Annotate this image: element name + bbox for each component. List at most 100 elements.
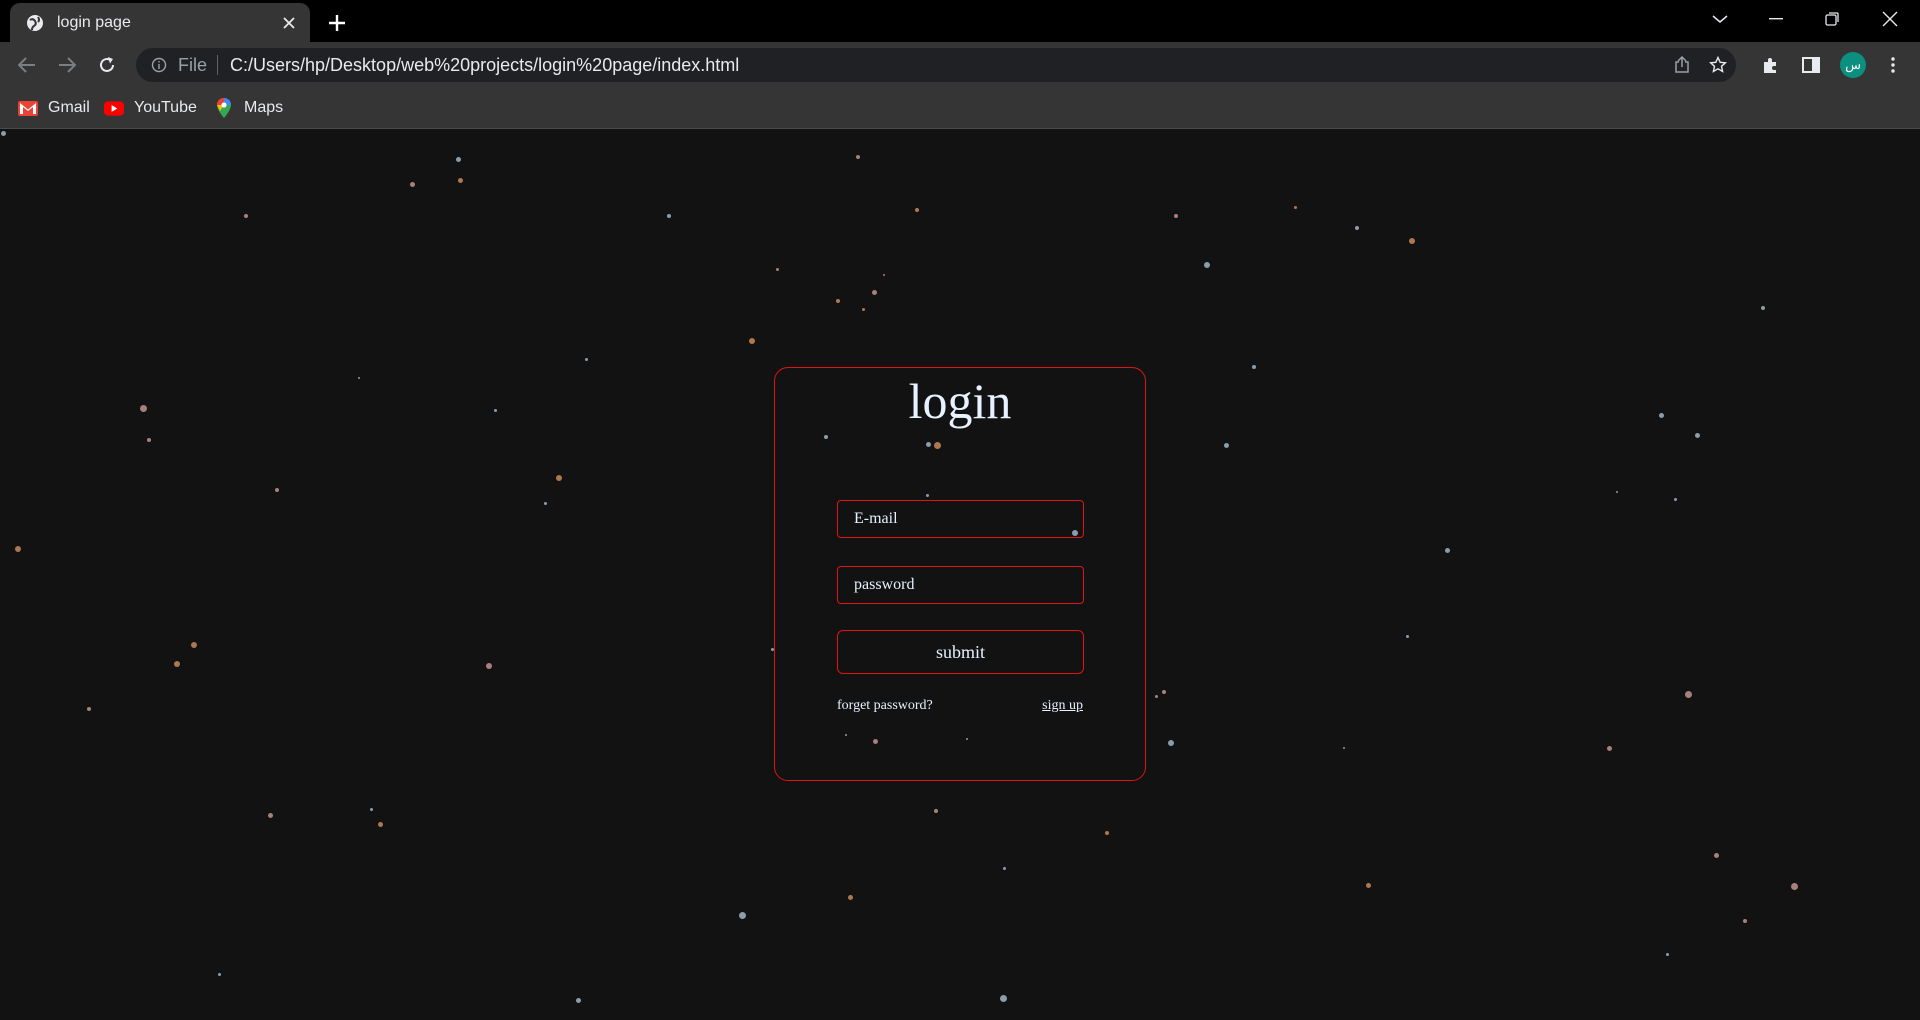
particle-dot	[575, 997, 581, 1003]
page-content: login submit forget password? sign up	[0, 129, 1920, 1020]
youtube-icon	[104, 100, 124, 116]
tab-search-icon[interactable]	[1692, 0, 1748, 38]
particle-dot	[1606, 745, 1612, 751]
particle-dot	[1409, 238, 1415, 244]
particle-dot	[87, 707, 91, 711]
close-window-icon[interactable]	[1862, 0, 1918, 38]
tab-login-page[interactable]: login page	[10, 3, 310, 42]
particle-dot	[1713, 852, 1719, 858]
particle-dot	[543, 501, 547, 505]
menu-icon[interactable]	[1876, 48, 1910, 82]
particle-dot	[358, 377, 360, 379]
particle-dot	[1405, 634, 1409, 638]
new-tab-button[interactable]	[322, 8, 352, 38]
email-field[interactable]	[837, 500, 1084, 538]
particle-dot	[749, 338, 755, 344]
particle-dot	[174, 661, 180, 667]
particle-dot	[775, 267, 779, 271]
particle-dot	[409, 181, 415, 187]
particle-dot	[1743, 919, 1747, 923]
close-tab-icon[interactable]	[276, 10, 302, 36]
url-text[interactable]: C:/Users/hp/Desktop/web%20projects/login…	[230, 55, 1664, 76]
forget-password-link[interactable]: forget password?	[837, 698, 933, 714]
particle-dot	[267, 812, 273, 818]
toolbar: File C:/Users/hp/Desktop/web%20projects/…	[0, 42, 1920, 88]
forward-icon[interactable]	[50, 48, 84, 82]
particle-dot	[1168, 740, 1174, 746]
particle-dot	[883, 274, 885, 276]
password-field[interactable]	[837, 566, 1084, 604]
particle-dot	[1343, 747, 1345, 749]
particle-dot	[915, 208, 919, 212]
particle-dot	[847, 894, 853, 900]
side-panel-icon[interactable]	[1794, 48, 1828, 82]
bookmark-label: Gmail	[48, 99, 90, 116]
login-title: login	[908, 373, 1012, 429]
maps-icon	[214, 98, 234, 118]
bookmark-label: YouTube	[134, 99, 197, 116]
sign-up-link[interactable]: sign up	[1042, 698, 1083, 714]
globe-icon	[25, 13, 45, 33]
extensions-icon[interactable]	[1754, 48, 1788, 82]
profile-avatar[interactable]: س	[1836, 48, 1870, 82]
back-icon[interactable]	[10, 48, 44, 82]
particle-dot	[1223, 442, 1229, 448]
particle-dot	[369, 807, 373, 811]
particle-dot	[244, 214, 248, 218]
particle-dot	[556, 475, 562, 481]
bookmark-star-icon[interactable]	[1700, 48, 1736, 82]
particle-dot	[1665, 952, 1669, 956]
particle-dot	[738, 911, 746, 919]
particle-dot	[584, 357, 588, 361]
minimize-icon[interactable]	[1748, 0, 1804, 38]
restore-icon[interactable]	[1804, 0, 1860, 38]
particle-dot	[871, 289, 877, 295]
particle-dot	[147, 438, 151, 442]
particle-dot	[457, 177, 463, 183]
particle-dot	[1174, 214, 1178, 218]
particle-dot	[861, 307, 865, 311]
particle-dot	[1790, 882, 1798, 890]
address-bar[interactable]: File C:/Users/hp/Desktop/web%20projects/…	[136, 48, 1736, 82]
particle-dot	[1002, 866, 1006, 870]
particle-dot	[217, 972, 221, 976]
particle-dot	[1694, 432, 1700, 438]
particle-dot	[1105, 831, 1109, 835]
tab-title: login page	[57, 13, 131, 31]
particle-dot	[1761, 306, 1765, 310]
particle-dot	[836, 299, 840, 303]
bookmark-gmail[interactable]: Gmail	[18, 94, 90, 122]
login-card: login submit forget password? sign up	[774, 367, 1146, 781]
particle-dot	[1162, 690, 1166, 694]
particle-dot	[1293, 205, 1297, 209]
bookmark-label: Maps	[244, 99, 284, 116]
particle-dot	[15, 546, 21, 552]
particle-dot	[856, 155, 860, 159]
particle-dot	[999, 994, 1007, 1002]
particle-dot	[1444, 547, 1450, 553]
browser-chrome: login page File C:/Users/hp/Desktop/web%…	[0, 0, 1920, 129]
particle-dot	[139, 404, 147, 412]
profile-initial: س	[1840, 52, 1866, 78]
particle-dot	[486, 663, 492, 669]
particle-dot	[1365, 882, 1371, 888]
particle-dot	[455, 156, 461, 162]
tab-strip: login page	[0, 0, 1920, 42]
particle-dot	[1252, 365, 1256, 369]
url-divider	[217, 55, 219, 75]
particle-dot	[1204, 262, 1210, 268]
gmail-icon	[18, 100, 38, 116]
url-scheme-label: File	[178, 54, 208, 75]
particle-dot	[1154, 694, 1158, 698]
share-icon[interactable]	[1664, 48, 1700, 82]
bookmark-youtube[interactable]: YouTube	[104, 94, 197, 122]
particle-dot	[1658, 412, 1664, 418]
particle-dot	[1616, 491, 1618, 493]
reload-icon[interactable]	[90, 48, 124, 82]
particle-dot	[934, 809, 938, 813]
bookmark-maps[interactable]: Maps	[214, 94, 283, 122]
particle-dot	[667, 214, 671, 218]
particle-dot	[275, 488, 279, 492]
info-icon[interactable]	[150, 56, 168, 74]
submit-button[interactable]: submit	[837, 630, 1084, 674]
